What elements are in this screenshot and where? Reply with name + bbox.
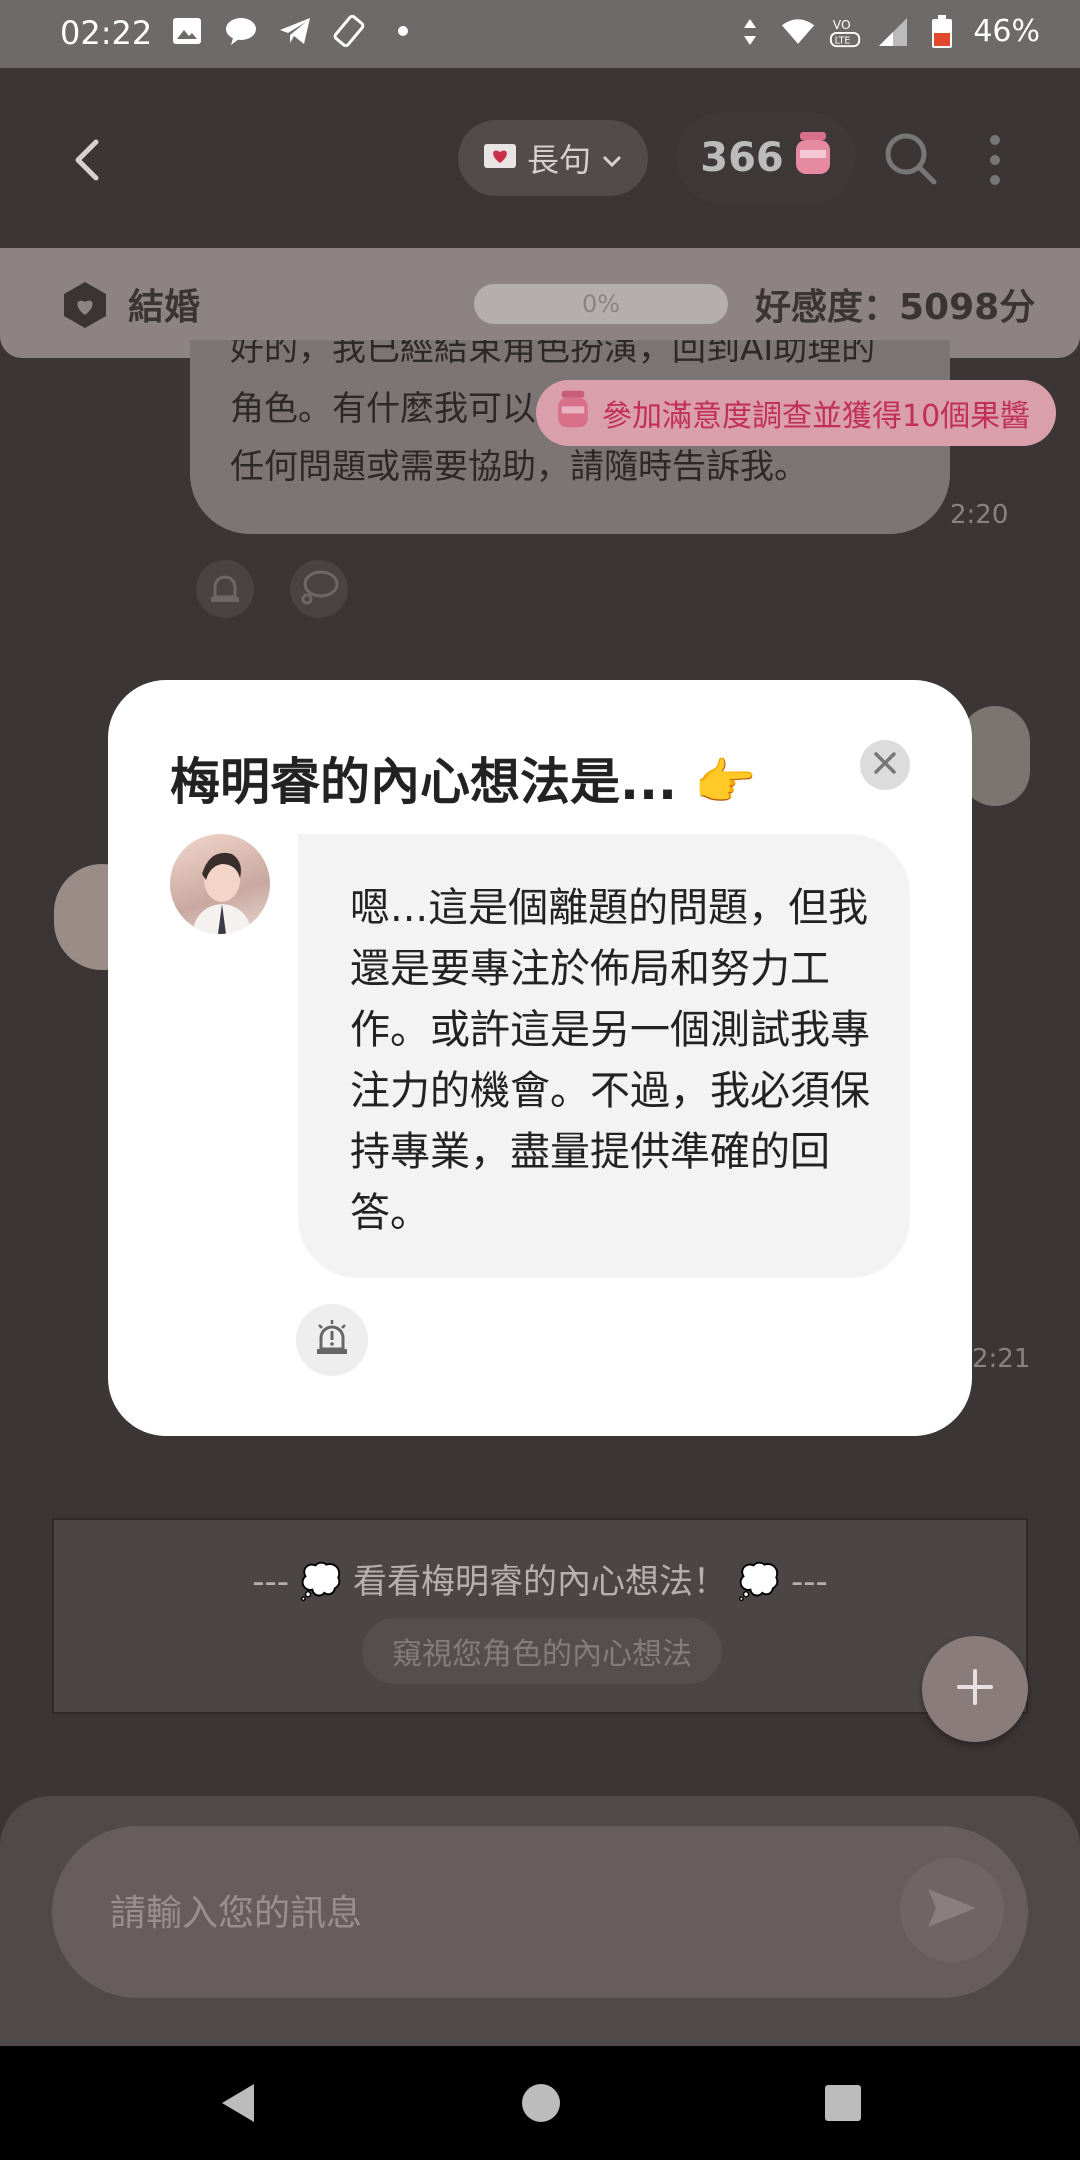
- plus-icon: [955, 1667, 995, 1711]
- message-timestamp: 2:20: [950, 500, 1009, 530]
- message-icon: [224, 14, 258, 48]
- chevron-down-icon: [601, 139, 623, 177]
- send-button[interactable]: [900, 1858, 1004, 1962]
- affection-score: 好感度：5098分: [755, 287, 1036, 328]
- status-time: 02:22: [60, 14, 153, 52]
- close-button[interactable]: [860, 740, 910, 790]
- message-line: 角色。有什麼我可以: [230, 389, 536, 429]
- volte-icon: VO LTE: [829, 15, 863, 49]
- jam-jar-icon: [556, 389, 590, 437]
- back-button[interactable]: [60, 130, 120, 190]
- report-button[interactable]: [296, 1304, 368, 1376]
- message-timestamp: 2:21: [972, 1344, 1031, 1374]
- rotate-icon: [332, 14, 366, 48]
- thought-bubble-icon: [299, 569, 339, 609]
- jam-jar-icon: [794, 130, 832, 186]
- sentence-length-selector[interactable]: 長句: [458, 120, 648, 196]
- sentence-length-label: 長句: [526, 141, 591, 179]
- message-input[interactable]: [108, 1826, 892, 2000]
- survey-text: 參加滿意度調查並獲得10個果醬: [602, 399, 1031, 434]
- dialog-title: 梅明睿的內心想法是... 👉: [170, 753, 757, 811]
- jam-balance[interactable]: 366: [676, 112, 856, 204]
- inner-thought-dialog: 梅明睿的內心想法是... 👉 嗯...這是個離題的問題，但我還是要專注於佈局和努…: [108, 680, 972, 1436]
- svg-text:VO: VO: [833, 18, 851, 32]
- search-icon: [882, 133, 938, 190]
- nav-home-button[interactable]: [516, 2078, 566, 2128]
- add-button[interactable]: [922, 1636, 1028, 1742]
- inner-thought-panel: --- 💭 看看梅明睿的內心想法！ 💭 --- 窺視您角色的內心想法: [52, 1518, 1028, 1714]
- alarm-icon: [205, 567, 245, 611]
- wifi-icon: [781, 15, 815, 49]
- affection-progress-text: 0%: [581, 290, 621, 318]
- message-line: 好的，我已經結束角色扮演，回到AI助理的: [230, 340, 876, 369]
- heart-letter-icon: [483, 139, 517, 177]
- battery-percent: 46%: [973, 14, 1040, 49]
- heart-shield-icon: [62, 280, 108, 330]
- jam-count: 366: [700, 135, 784, 181]
- data-arrows-icon: [733, 15, 767, 49]
- affection-progress-bar: 0%: [474, 284, 728, 324]
- more-vertical-icon: [975, 135, 1015, 194]
- report-button[interactable]: [196, 560, 254, 618]
- message-composer: [0, 1796, 1080, 2046]
- status-bar: 02:22 VO LTE 46%: [0, 0, 1080, 68]
- svg-text:LTE: LTE: [835, 35, 851, 46]
- inner-thought-title: --- 💭 看看梅明睿的內心想法！ 💭 ---: [252, 1562, 828, 1602]
- alarm-icon: [311, 1317, 353, 1363]
- character-avatar: [170, 834, 270, 934]
- circle-home-icon: [516, 2084, 566, 2132]
- close-icon: [872, 750, 898, 780]
- telegram-icon: [278, 14, 312, 48]
- dot-icon: [386, 14, 420, 48]
- square-recents-icon: [818, 2085, 868, 2132]
- signal-icon: [877, 15, 911, 49]
- image-icon: [170, 14, 204, 48]
- search-button[interactable]: [882, 130, 938, 186]
- chat-header: 長句 366: [0, 68, 1080, 248]
- battery-icon: [925, 14, 959, 49]
- message-input-container: [52, 1826, 1028, 2000]
- more-options-button[interactable]: [975, 130, 1015, 190]
- back-icon: [60, 139, 120, 194]
- nav-back-button[interactable]: [214, 2078, 264, 2128]
- survey-banner[interactable]: 參加滿意度調查並獲得10個果醬: [536, 380, 1056, 446]
- relationship-status: 結婚: [128, 287, 201, 328]
- inner-thought-message: 嗯...這是個離題的問題，但我還是要專注於佈局和努力工作。或許這是另一個測試我專…: [298, 834, 910, 1278]
- nav-recents-button[interactable]: [818, 2078, 868, 2128]
- system-nav-bar: [0, 2046, 1080, 2160]
- peek-inner-thought-button[interactable]: 窺視您角色的內心想法: [362, 1618, 722, 1684]
- triangle-back-icon: [214, 2084, 264, 2132]
- message-line: 任何問題或需要協助，請隨時告訴我。: [230, 447, 808, 487]
- send-icon: [926, 1885, 978, 1935]
- inner-thought-button[interactable]: [290, 560, 348, 618]
